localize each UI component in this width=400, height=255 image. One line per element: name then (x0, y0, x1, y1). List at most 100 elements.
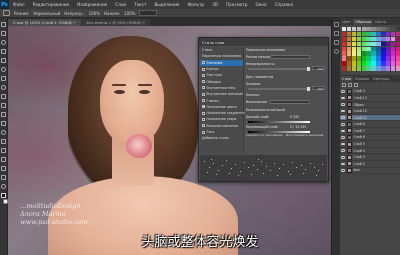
crop-tool-icon[interactable] (1, 58, 6, 63)
color-swatch[interactable] (390, 51, 396, 56)
color-swatch[interactable] (381, 51, 386, 56)
visibility-eye-icon[interactable] (341, 162, 345, 166)
color-swatch[interactable] (346, 27, 352, 32)
color-swatch[interactable] (361, 51, 366, 56)
style-checkbox-checked[interactable] (202, 105, 205, 109)
layer-row[interactable]: Слой 4 (340, 148, 400, 155)
color-swatch[interactable] (351, 61, 357, 66)
color-swatch[interactable] (342, 27, 347, 32)
fill-slider-handle[interactable] (307, 86, 310, 91)
tab-brush[interactable]: Кисть (373, 19, 388, 25)
color-swatch[interactable] (381, 46, 386, 51)
color-swatch[interactable] (366, 41, 371, 47)
style-checkbox[interactable] (202, 117, 205, 121)
lasso-tool-icon[interactable] (1, 40, 6, 45)
opacity-value[interactable]: 100 (312, 65, 325, 70)
color-swatch[interactable] (390, 41, 396, 47)
color-swatch[interactable] (395, 36, 400, 42)
filter-kind-icon[interactable] (342, 83, 346, 88)
menu-type[interactable]: Текст (130, 2, 150, 7)
layer-row[interactable]: Слой 3 (340, 88, 400, 96)
menu-filter[interactable]: Фильтр (184, 2, 209, 7)
visibility-eye-icon[interactable] (341, 123, 345, 126)
menu-image[interactable]: Изображение (73, 2, 111, 7)
color-swatch[interactable] (361, 56, 366, 61)
color-swatch[interactable] (386, 66, 391, 71)
visibility-eye-icon[interactable] (341, 96, 345, 100)
history-panel-icon[interactable] (333, 22, 339, 27)
color-swatch[interactable] (361, 36, 366, 42)
color-swatch[interactable] (366, 51, 371, 56)
color-swatch[interactable] (371, 56, 376, 61)
color-swatch[interactable] (351, 36, 357, 42)
color-swatch[interactable] (366, 66, 371, 71)
color-swatch[interactable] (395, 51, 400, 56)
layer-row[interactable]: Слой 8 (340, 121, 400, 129)
shape-tool-icon[interactable] (1, 166, 6, 171)
color-swatch[interactable] (371, 51, 376, 56)
document-tab-active[interactable]: 2.psd @ 100% (Слой 2, RGB/8) * (8, 19, 81, 26)
color-swatch[interactable] (386, 56, 391, 61)
document-tab[interactable]: Без имени-1 @ 50% (RGB/8) * (81, 19, 150, 26)
color-swatch[interactable] (356, 61, 362, 66)
layer-row[interactable]: Слой 13 (340, 95, 400, 102)
menu-layers[interactable]: Слои (111, 2, 130, 7)
color-swatch[interactable] (356, 56, 362, 61)
color-swatch[interactable] (386, 41, 391, 47)
quick-select-tool-icon[interactable] (1, 49, 6, 54)
hand-tool-icon[interactable] (1, 175, 6, 180)
color-swatch[interactable] (342, 36, 347, 42)
layer-row[interactable]: Слой 3 (340, 154, 400, 162)
style-checkbox[interactable] (202, 86, 205, 90)
style-checkbox[interactable] (202, 111, 205, 115)
eyedropper-tool-icon[interactable] (1, 67, 6, 72)
add-style-item[interactable]: Добавить стиль (200, 135, 243, 141)
color-swatch[interactable] (366, 61, 371, 66)
options-field[interactable] (139, 10, 158, 16)
color-swatch[interactable] (342, 56, 347, 61)
visibility-eye-icon[interactable] (341, 149, 345, 152)
color-swatch[interactable] (356, 66, 362, 71)
color-swatch[interactable] (390, 66, 396, 71)
color-swatch[interactable] (376, 56, 381, 61)
color-swatch[interactable] (361, 61, 366, 66)
color-swatch[interactable] (361, 41, 366, 47)
fill-slider[interactable] (248, 86, 310, 91)
layer-row[interactable]: Слой 6 (340, 134, 400, 142)
background-color-swatch[interactable] (2, 199, 8, 204)
color-swatch[interactable] (395, 46, 400, 51)
color-swatch[interactable] (342, 61, 347, 66)
tab-swatches[interactable]: Образцы (352, 19, 374, 25)
menu-select[interactable]: Выделение (151, 2, 184, 7)
menu-file[interactable]: Файл (9, 2, 29, 7)
color-swatch[interactable] (366, 31, 371, 37)
style-checkbox[interactable] (202, 92, 205, 96)
path-select-tool-icon[interactable] (1, 157, 6, 162)
color-swatch[interactable] (381, 66, 386, 71)
color-swatch[interactable] (371, 46, 376, 51)
menu-help[interactable]: Справка (271, 2, 297, 7)
properties-panel-icon[interactable] (333, 31, 339, 36)
color-swatch[interactable] (386, 46, 391, 51)
color-swatch[interactable] (371, 61, 376, 66)
color-swatch[interactable] (395, 61, 400, 66)
reset-default-button[interactable]: Восстановить значения (286, 133, 324, 137)
color-swatch[interactable] (346, 61, 352, 66)
healing-brush-tool-icon[interactable] (1, 76, 6, 81)
marquee-tool-icon[interactable] (1, 31, 6, 36)
visibility-eye-icon[interactable] (341, 169, 345, 172)
brush-tool-icon[interactable] (1, 85, 6, 90)
layer-row[interactable]: Слой 2 (340, 161, 400, 168)
color-swatch[interactable] (376, 36, 381, 42)
color-swatch[interactable] (371, 31, 376, 37)
color-swatch[interactable] (371, 27, 376, 32)
color-swatch[interactable] (381, 36, 386, 42)
color-swatch[interactable] (390, 46, 396, 51)
menu-window[interactable]: Окно (251, 2, 270, 7)
visibility-eye-icon[interactable] (341, 90, 345, 93)
color-swatch[interactable] (351, 27, 357, 32)
color-swatch[interactable] (376, 66, 381, 71)
color-swatch[interactable] (346, 46, 352, 51)
gradient-tool-icon[interactable] (1, 121, 6, 126)
color-swatch[interactable] (390, 31, 396, 37)
